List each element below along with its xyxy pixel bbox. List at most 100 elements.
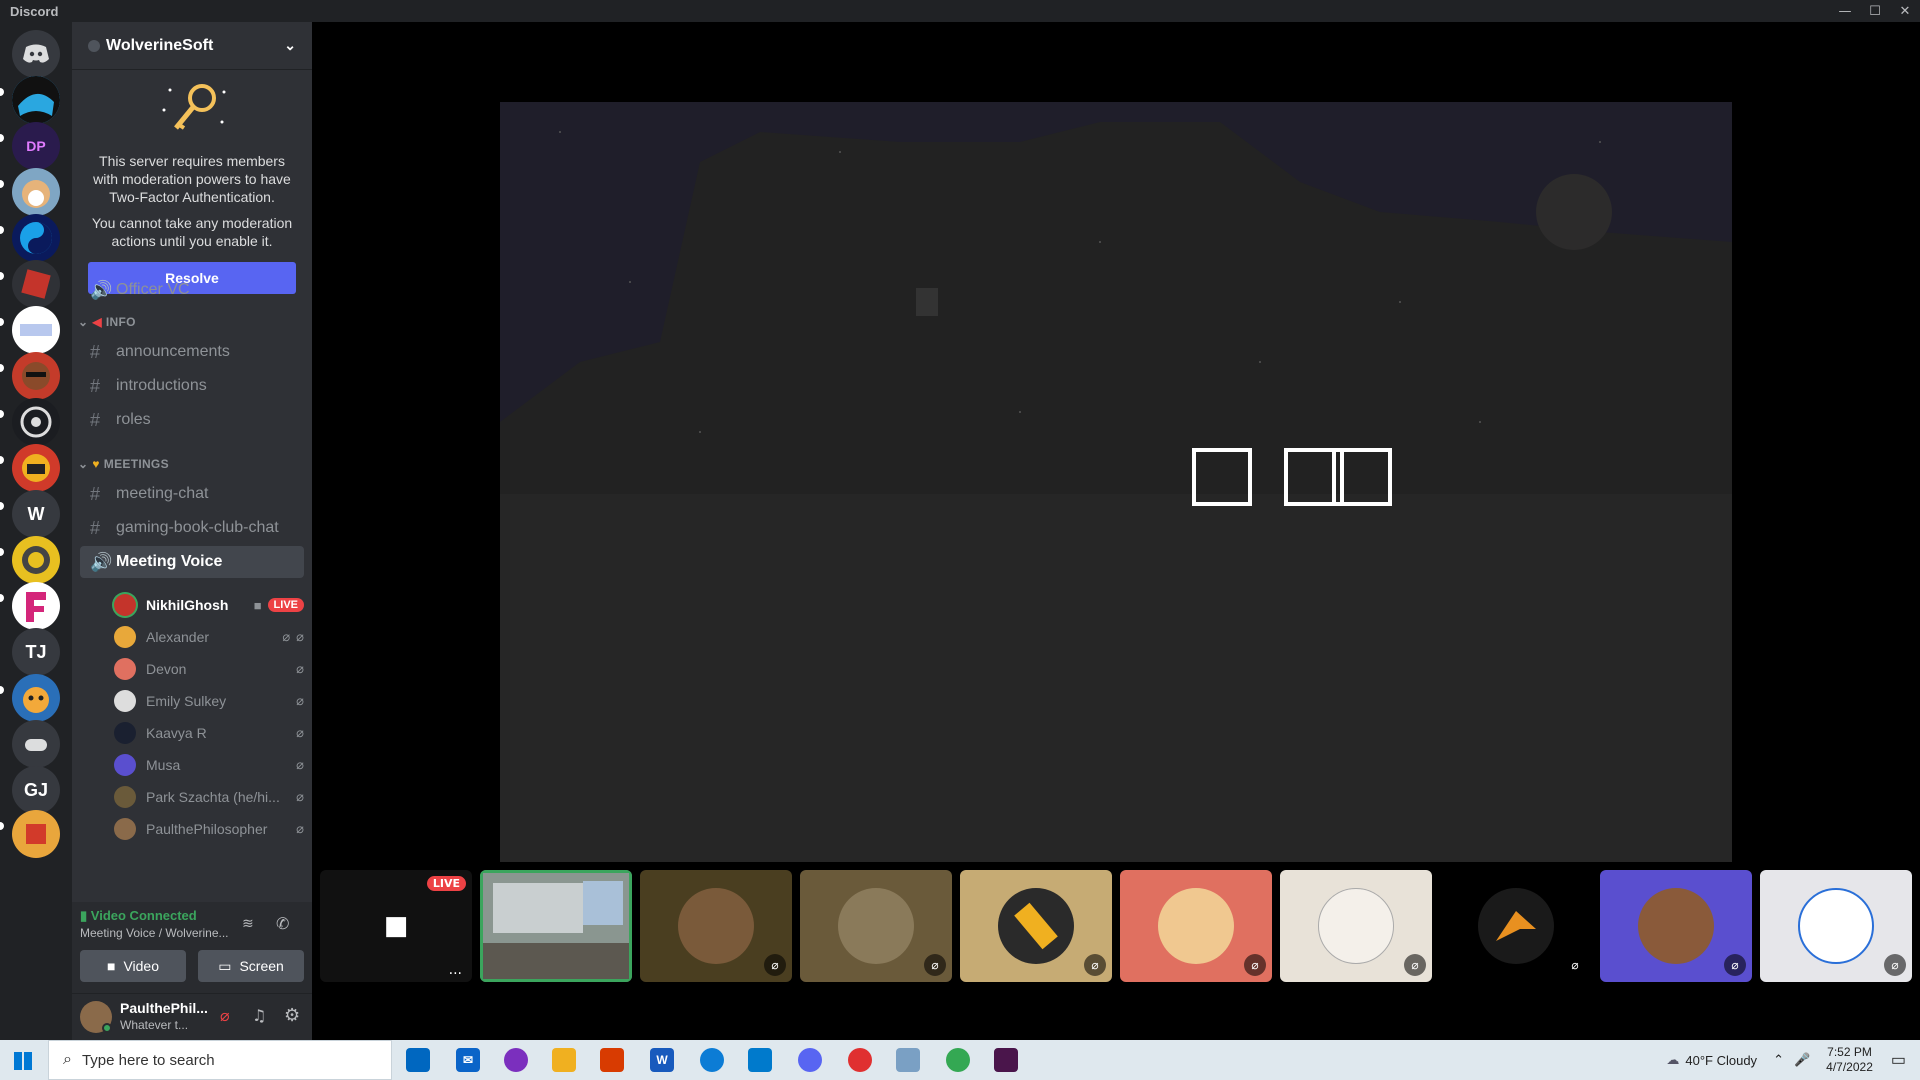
chevron-down-icon: ⌄ bbox=[78, 457, 89, 471]
chevron-up-icon[interactable]: ⌃ bbox=[1773, 1052, 1784, 1068]
screen-share-stream[interactable] bbox=[500, 102, 1732, 862]
voice-user-name: Park Szachta (he/hi... bbox=[146, 789, 280, 805]
participant-tile[interactable]: ⌀ bbox=[1440, 870, 1592, 982]
voice-user[interactable]: Emily Sulkey ⌀ bbox=[114, 688, 304, 714]
gear-icon[interactable]: ⚙ bbox=[284, 1005, 300, 1026]
participant-tile[interactable]: ⌀ bbox=[1760, 870, 1912, 982]
noise-suppression-icon[interactable]: ≋ bbox=[242, 916, 254, 932]
server-header[interactable]: WolverineSoft ⌄ bbox=[72, 22, 312, 70]
user-name[interactable]: PaulthePhil... bbox=[120, 1000, 208, 1016]
server-icon-tj[interactable]: TJ bbox=[12, 628, 60, 676]
video-button[interactable]: ■ Video bbox=[80, 950, 186, 982]
voice-user[interactable]: Musa ⌀ bbox=[114, 752, 304, 778]
channel-announcements[interactable]: # announcements bbox=[80, 336, 304, 368]
server-icon-dp[interactable]: DP bbox=[12, 122, 60, 170]
server-icon-f[interactable] bbox=[12, 582, 60, 630]
participant-tile[interactable]: ⌀ bbox=[800, 870, 952, 982]
mic-muted-icon: ⌀ bbox=[296, 725, 304, 740]
weather-text[interactable]: 40°F Cloudy bbox=[1685, 1053, 1757, 1068]
participant-tile[interactable]: ⌀ bbox=[1280, 870, 1432, 982]
app-circle-icon[interactable] bbox=[504, 1048, 528, 1072]
voice-user[interactable]: Kaavya R ⌀ bbox=[114, 720, 304, 746]
category-label: INFO bbox=[105, 315, 136, 329]
mic-muted-icon[interactable]: ⌀ bbox=[220, 1006, 230, 1025]
server-icon-cube[interactable] bbox=[12, 260, 60, 308]
screen-share-icon: ▭ bbox=[218, 957, 232, 974]
server-icon-pattern[interactable] bbox=[12, 306, 60, 354]
video-tile-classroom[interactable] bbox=[480, 870, 632, 982]
voice-user[interactable]: Park Szachta (he/hi... ⌀ bbox=[114, 784, 304, 810]
vscode-icon[interactable] bbox=[748, 1048, 772, 1072]
server-icon-corgi[interactable] bbox=[12, 168, 60, 216]
headphones-icon[interactable]: ♫ bbox=[252, 1006, 266, 1025]
disconnect-icon[interactable]: ✆ bbox=[276, 914, 289, 933]
category-info[interactable]: ⌄ ◀ INFO bbox=[78, 312, 136, 332]
voice-user[interactable]: PaulthePhilosopher ⌀ bbox=[114, 816, 304, 842]
server-icon-yellow[interactable] bbox=[12, 536, 60, 584]
headphones-deafened-icon: ⌀ bbox=[296, 629, 304, 644]
live-badge: LIVE bbox=[267, 598, 304, 612]
speaker-lock-icon: 🔊 bbox=[90, 279, 113, 300]
voice-user[interactable]: Devon ⌀ bbox=[114, 656, 304, 682]
channel-officer-vc[interactable]: 🔊 Officer VC bbox=[80, 274, 304, 306]
slack-icon[interactable] bbox=[994, 1048, 1018, 1072]
store-icon[interactable] bbox=[406, 1048, 430, 1072]
server-icon-box[interactable] bbox=[12, 810, 60, 858]
participant-tile[interactable]: ⌀ bbox=[960, 870, 1112, 982]
server-icon-face[interactable] bbox=[12, 352, 60, 400]
avatar bbox=[998, 888, 1074, 964]
voice-user[interactable]: Alexander ⌀ ⌀ bbox=[114, 624, 304, 650]
voice-user-name: Emily Sulkey bbox=[146, 693, 227, 709]
home-button[interactable] bbox=[12, 30, 60, 78]
server-icon-controller[interactable] bbox=[12, 720, 60, 768]
category-meetings[interactable]: ⌄ ♥ MEETINGS bbox=[78, 454, 169, 474]
server-icon-creature[interactable] bbox=[12, 674, 60, 722]
app-red-icon[interactable] bbox=[848, 1048, 872, 1072]
participant-tile[interactable]: ⌀ bbox=[1120, 870, 1272, 982]
server-icon-yinyang[interactable] bbox=[12, 214, 60, 262]
notifications-icon[interactable]: ▭ bbox=[1891, 1050, 1906, 1070]
chrome-icon[interactable] bbox=[946, 1048, 970, 1072]
video-tile-self[interactable]: ■ LIVE ... bbox=[320, 870, 472, 982]
server-icon-w[interactable]: W bbox=[12, 490, 60, 538]
close-button[interactable]: ✕ bbox=[1890, 0, 1920, 22]
channel-roles[interactable]: # roles bbox=[80, 404, 304, 436]
voice-status[interactable]: ▮ Video Connected bbox=[80, 908, 197, 924]
avatar bbox=[114, 786, 136, 808]
more-options-button[interactable]: ... bbox=[449, 962, 462, 978]
clock[interactable]: 7:52 PM 4/7/2022 bbox=[1826, 1045, 1873, 1075]
server-icon-skull[interactable] bbox=[12, 398, 60, 446]
taskbar-search[interactable]: ⌕ Type here to search bbox=[48, 1040, 392, 1080]
microphone-icon[interactable]: 🎤 bbox=[1794, 1052, 1810, 1068]
mic-muted-icon: ⌀ bbox=[296, 789, 304, 804]
channel-meeting-voice[interactable]: 🔊 Meeting Voice bbox=[80, 546, 304, 578]
windows-start-icon[interactable] bbox=[14, 1052, 32, 1070]
mail-icon[interactable]: ✉ bbox=[456, 1048, 480, 1072]
mic-muted-icon: ⌀ bbox=[1084, 954, 1106, 976]
verified-icon bbox=[88, 39, 100, 52]
screen-share-button[interactable]: ▭ Screen bbox=[198, 950, 304, 982]
unread-pip bbox=[0, 686, 4, 694]
participant-tile[interactable]: ⌀ bbox=[1600, 870, 1752, 982]
voice-user[interactable]: NikhilGhosh ■ LIVE bbox=[114, 592, 304, 618]
channel-gaming-book-club-chat[interactable]: # gaming-book-club-chat bbox=[80, 512, 304, 544]
word-icon[interactable]: W bbox=[650, 1048, 674, 1072]
server-icon-gj[interactable]: GJ bbox=[12, 766, 60, 814]
maximize-button[interactable]: ☐ bbox=[1860, 0, 1890, 22]
edge-icon[interactable] bbox=[700, 1048, 724, 1072]
minimize-button[interactable]: — bbox=[1830, 0, 1860, 22]
server-icon-1[interactable] bbox=[12, 76, 60, 124]
discord-taskbar-icon[interactable] bbox=[798, 1048, 822, 1072]
channel-label: Officer VC bbox=[116, 281, 190, 298]
unread-pip bbox=[0, 548, 4, 556]
office-icon[interactable] bbox=[600, 1048, 624, 1072]
participant-tile[interactable]: ⌀ bbox=[640, 870, 792, 982]
channel-introductions[interactable]: # introductions bbox=[80, 370, 304, 402]
voice-channel-link[interactable]: Meeting Voice / Wolverine... bbox=[80, 926, 230, 940]
mic-muted-icon: ⌀ bbox=[296, 757, 304, 772]
file-explorer-icon[interactable] bbox=[552, 1048, 576, 1072]
notice-text-2: You cannot take any moderation actions u… bbox=[91, 215, 293, 249]
channel-meeting-chat[interactable]: # meeting-chat bbox=[80, 478, 304, 510]
app-notepad-icon[interactable] bbox=[896, 1048, 920, 1072]
server-icon-helmet[interactable] bbox=[12, 444, 60, 492]
